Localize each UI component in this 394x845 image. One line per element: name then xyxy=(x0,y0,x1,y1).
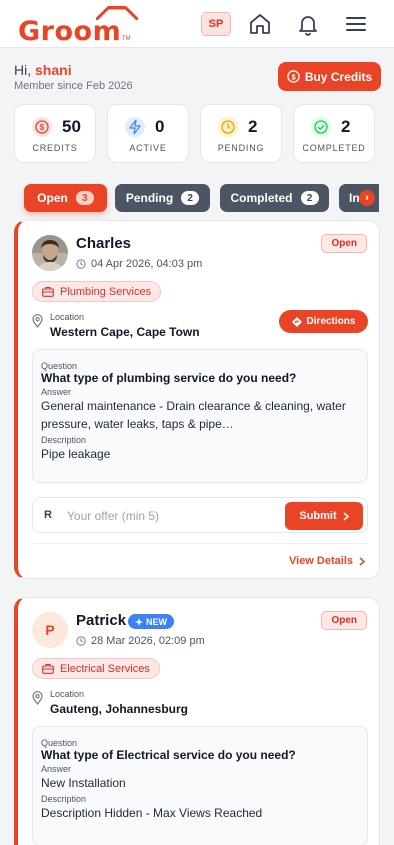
dollar-circle-icon: $ xyxy=(287,70,300,83)
stat-value: 2 xyxy=(248,117,258,136)
stat-label: PENDING xyxy=(217,143,265,153)
briefcase-icon xyxy=(42,663,54,674)
question-text: What type of plumbing service do you nee… xyxy=(41,371,297,385)
tab-open[interactable]: Open 3 xyxy=(24,184,107,212)
submit-offer-button[interactable]: Submit xyxy=(285,502,363,530)
offer-field[interactable]: R Your offer (min 5) Submit xyxy=(32,497,368,533)
tab-count: 3 xyxy=(75,191,94,205)
status-badge: Open xyxy=(321,611,367,630)
lead-date: 28 Mar 2026, 02:09 pm xyxy=(76,635,205,647)
location-label: Location xyxy=(50,312,85,322)
member-since: Member since Feb 2026 xyxy=(14,80,133,92)
description-label: Description xyxy=(41,435,87,445)
customer-name: Patrick xyxy=(76,612,127,629)
bell-icon[interactable] xyxy=(296,12,320,36)
tabs-scroll-right-icon[interactable]: › xyxy=(359,190,375,206)
briefcase-icon xyxy=(42,286,54,297)
customer-avatar: P xyxy=(32,612,68,648)
tab-label: Open xyxy=(37,191,68,205)
answer-text: New Installation xyxy=(41,776,126,790)
tab-count: 2 xyxy=(300,191,319,205)
dollar-circle-icon: $ xyxy=(32,117,52,137)
description-text: Pipe leakage xyxy=(41,447,111,461)
stat-label: ACTIVE xyxy=(129,143,167,153)
greeting: Hi, shani xyxy=(14,62,72,78)
new-badge: NEW xyxy=(128,614,174,629)
stat-label: CREDITS xyxy=(32,143,78,153)
lead-date-text: 04 Apr 2026, 04:03 pm xyxy=(91,258,203,270)
stat-value: 50 xyxy=(62,117,81,136)
question-label: Question xyxy=(41,738,78,748)
service-tag: Plumbing Services xyxy=(32,281,162,302)
check-circle-icon xyxy=(311,117,331,137)
home-icon[interactable] xyxy=(248,12,272,36)
clock-icon xyxy=(76,259,86,269)
svg-text:$: $ xyxy=(40,123,45,132)
chevron-right-icon xyxy=(343,511,349,521)
stat-credits: $ 50 CREDITS xyxy=(14,104,96,163)
stat-pending: 2 PENDING xyxy=(200,104,282,163)
menu-icon[interactable] xyxy=(344,12,368,36)
chevron-right-icon xyxy=(359,556,365,566)
offer-input[interactable]: Your offer (min 5) xyxy=(67,509,159,523)
location-label: Location xyxy=(50,689,85,699)
service-tag-label: Plumbing Services xyxy=(60,285,152,298)
stat-value: 0 xyxy=(155,117,165,136)
user-name: shani xyxy=(35,62,72,78)
new-badge-label: NEW xyxy=(146,616,167,627)
submit-label: Submit xyxy=(299,510,337,522)
user-avatar[interactable]: SP xyxy=(201,12,231,36)
directions-label: Directions xyxy=(306,316,356,327)
clock-icon xyxy=(76,636,86,646)
directions-button[interactable]: Directions xyxy=(279,310,368,333)
question-text: What type of Electrical service do you n… xyxy=(41,748,296,762)
directions-icon xyxy=(291,316,302,327)
person-photo-icon xyxy=(32,235,68,271)
location-pin-icon xyxy=(32,314,43,328)
buy-credits-button[interactable]: $ Buy Credits xyxy=(278,62,381,91)
lead-card[interactable]: P Patrick NEW 28 Mar 2026, 02:09 pm Open… xyxy=(14,597,380,845)
answer-text: General maintenance - Drain clearance & … xyxy=(41,399,346,431)
logo-text: Groom xyxy=(18,16,122,47)
description-label: Description xyxy=(41,794,87,804)
stat-active: 0 ACTIVE xyxy=(107,104,189,163)
clock-icon xyxy=(218,117,238,137)
question-label: Question xyxy=(41,361,78,371)
question-box: Question What type of plumbing service d… xyxy=(32,349,368,483)
tab-label: Completed xyxy=(230,191,293,205)
logo-trademark: TM xyxy=(122,36,131,42)
tab-completed[interactable]: Completed 2 xyxy=(220,184,329,212)
lead-card[interactable]: Charles 04 Apr 2026, 04:03 pm Open Plumb… xyxy=(14,220,380,579)
buy-credits-label: Buy Credits xyxy=(304,69,373,84)
tab-label: Pending xyxy=(125,191,174,205)
tab-pending[interactable]: Pending 2 xyxy=(115,184,210,212)
description-text: Description Hidden - Max Views Reached xyxy=(41,806,263,820)
stat-label: COMPLETED xyxy=(302,143,366,153)
location-pin-icon xyxy=(32,691,43,705)
stat-completed: 2 COMPLETED xyxy=(293,104,375,163)
lightning-icon xyxy=(125,117,145,137)
star-icon xyxy=(135,617,143,626)
location-value: Gauteng, Johannesburg xyxy=(50,702,189,716)
lead-date-text: 28 Mar 2026, 02:09 pm xyxy=(91,635,205,647)
tab-count: 2 xyxy=(181,191,200,205)
customer-avatar xyxy=(32,235,68,271)
view-details-label: View Details xyxy=(289,555,353,567)
service-tag-label: Electrical Services xyxy=(60,662,150,675)
svg-text:$: $ xyxy=(291,72,296,81)
status-badge: Open xyxy=(321,234,367,253)
customer-name: Charles xyxy=(76,235,132,252)
stat-value: 2 xyxy=(341,117,351,136)
location-value: Western Cape, Cape Town xyxy=(50,325,200,339)
app-header: Groom TM SP xyxy=(0,0,394,48)
service-tag: Electrical Services xyxy=(32,658,160,679)
currency-label: R xyxy=(44,509,52,521)
question-box: Question What type of Electrical service… xyxy=(32,726,368,845)
view-details-link[interactable]: View Details xyxy=(289,555,365,567)
answer-label: Answer xyxy=(41,764,72,774)
divider xyxy=(32,543,368,544)
answer-label: Answer xyxy=(41,387,72,397)
greeting-hi: Hi, xyxy=(14,62,32,78)
lead-date: 04 Apr 2026, 04:03 pm xyxy=(76,258,202,270)
